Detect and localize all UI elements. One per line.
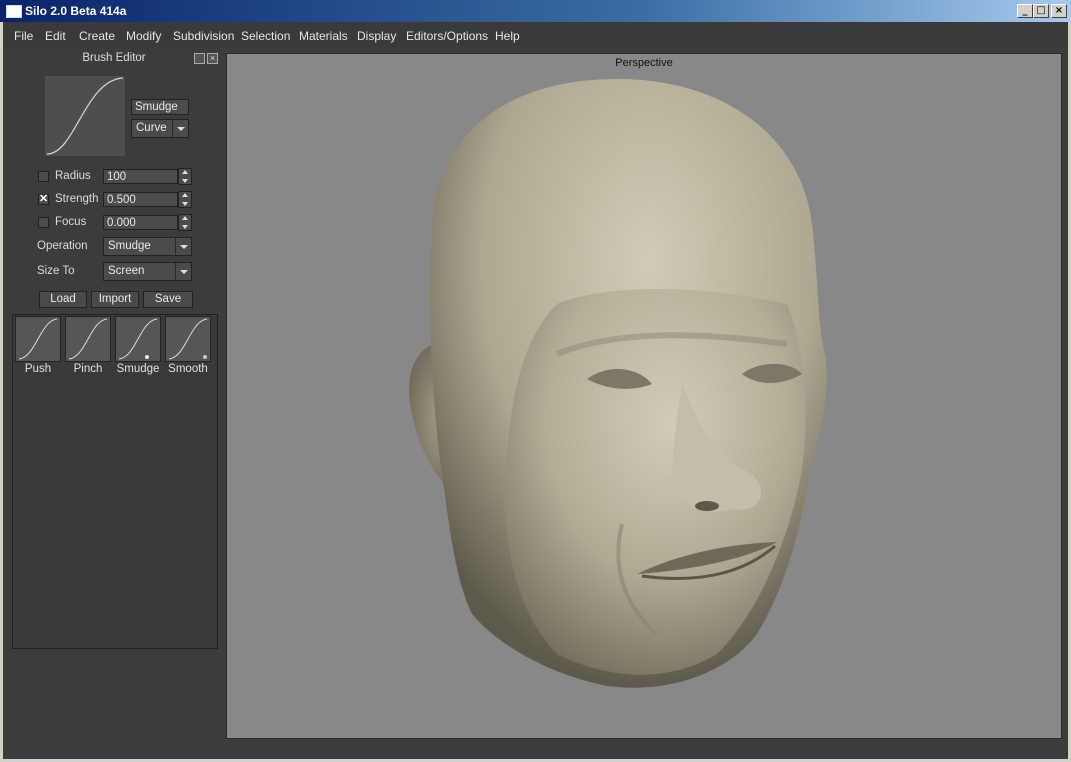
strength-input[interactable]: 0.500 xyxy=(103,192,178,207)
window-title: Silo 2.0 Beta 414a xyxy=(25,4,127,18)
focus-label: Focus xyxy=(55,216,87,228)
radius-input[interactable]: 100 xyxy=(103,169,178,184)
pinch-curve-icon xyxy=(68,318,108,360)
menu-edit[interactable]: Edit xyxy=(45,29,66,43)
preset-push-label: Push xyxy=(24,363,52,375)
preset-push[interactable] xyxy=(15,316,61,362)
operation-dropdown[interactable]: Smudge xyxy=(103,237,192,256)
focus-input[interactable]: 0.000 xyxy=(103,215,178,230)
menu-materials[interactable]: Materials xyxy=(299,29,348,43)
minimize-button[interactable]: _ xyxy=(1017,4,1033,18)
menu-selection[interactable]: Selection xyxy=(241,29,290,43)
operation-value: Smudge xyxy=(108,240,151,252)
brush-editor-panel: Brush Editor × Smudge Curve Radius 100 ✕… xyxy=(6,50,222,756)
preset-pinch[interactable] xyxy=(65,316,111,362)
chevron-down-icon xyxy=(175,263,191,280)
panel-float-icon[interactable] xyxy=(194,53,205,64)
falloff-mode-dropdown[interactable]: Curve xyxy=(131,119,189,138)
perspective-viewport[interactable]: Perspective xyxy=(226,53,1062,739)
falloff-curve-icon xyxy=(46,77,124,155)
maximize-button[interactable]: □ xyxy=(1033,4,1049,18)
preset-smudge-label: Smudge xyxy=(116,363,160,375)
menu-bar: File Edit Create Modify Subdivision Sele… xyxy=(3,22,1068,48)
menu-file[interactable]: File xyxy=(14,29,33,43)
operation-label: Operation xyxy=(37,240,88,252)
chevron-down-icon xyxy=(175,238,191,255)
falloff-curve-preview[interactable] xyxy=(45,76,125,156)
radius-label: Radius xyxy=(55,170,91,182)
preset-smooth[interactable] xyxy=(165,316,211,362)
menu-editors-options[interactable]: Editors/Options xyxy=(406,29,488,43)
save-button[interactable]: Save xyxy=(143,291,193,308)
size-to-dropdown[interactable]: Screen xyxy=(103,262,192,281)
strength-checkbox[interactable]: ✕ xyxy=(38,194,49,205)
preset-smooth-label: Smooth xyxy=(168,363,208,375)
close-button[interactable]: × xyxy=(1051,4,1067,18)
falloff-mode-value: Curve xyxy=(136,122,167,134)
sculpted-head-model xyxy=(409,79,827,688)
push-curve-icon xyxy=(18,318,58,360)
panel-close-icon[interactable]: × xyxy=(207,53,218,64)
app-icon xyxy=(6,5,22,18)
focus-checkbox[interactable] xyxy=(38,217,49,228)
size-to-value: Screen xyxy=(108,265,145,277)
title-bar: Silo 2.0 Beta 414a _ □ × xyxy=(0,0,1071,22)
menu-display[interactable]: Display xyxy=(357,29,396,43)
chevron-down-icon xyxy=(172,120,188,137)
menu-modify[interactable]: Modify xyxy=(126,29,161,43)
strength-label: Strength xyxy=(55,193,99,205)
menu-help[interactable]: Help xyxy=(495,29,520,43)
preset-pinch-label: Pinch xyxy=(73,363,103,375)
radius-checkbox[interactable] xyxy=(38,171,49,182)
radius-spinner[interactable] xyxy=(178,168,192,185)
menu-subdivision[interactable]: Subdivision xyxy=(173,29,234,43)
import-button[interactable]: Import xyxy=(91,291,139,308)
smooth-curve-icon xyxy=(168,318,208,360)
menu-create[interactable]: Create xyxy=(79,29,115,43)
load-button[interactable]: Load xyxy=(39,291,87,308)
preset-smudge[interactable] xyxy=(115,316,161,362)
strength-spinner[interactable] xyxy=(178,191,192,208)
smudge-curve-icon xyxy=(118,318,158,360)
size-to-label: Size To xyxy=(37,265,75,277)
brush-name-field[interactable]: Smudge xyxy=(131,99,189,115)
focus-spinner[interactable] xyxy=(178,214,192,231)
panel-title: Brush Editor xyxy=(82,52,146,64)
